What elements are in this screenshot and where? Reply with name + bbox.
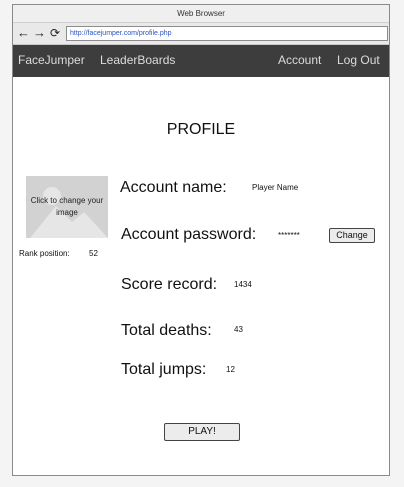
- score-record-label: Score record:: [121, 276, 218, 293]
- avatar-image[interactable]: Click to change your image: [26, 176, 108, 238]
- account-name-value: Player Name: [252, 183, 299, 192]
- reload-icon[interactable]: ⟳: [49, 26, 61, 40]
- total-deaths-label: Total deaths:: [121, 322, 212, 339]
- change-password-button[interactable]: Change: [329, 228, 375, 243]
- play-button[interactable]: PLAY!: [164, 423, 240, 441]
- score-record-value: 1434: [234, 280, 252, 289]
- password-label: Account password:: [121, 226, 257, 243]
- browser-window: Web Browser ← → ⟳ http://facejumper.com/…: [12, 4, 390, 476]
- total-jumps-value: 12: [226, 365, 235, 374]
- nav-brand-facejumper[interactable]: FaceJumper: [18, 45, 85, 77]
- window-title: Web Browser: [13, 5, 389, 23]
- avatar-change-prompt: Click to change your image: [30, 196, 104, 217]
- back-arrow-icon[interactable]: ←: [17, 26, 30, 40]
- nav-logout[interactable]: Log Out: [337, 45, 380, 77]
- app-navbar: FaceJumper LeaderBoards Account Log Out: [13, 45, 389, 77]
- rank-value: 52: [89, 249, 98, 258]
- total-jumps-label: Total jumps:: [121, 361, 207, 378]
- account-name-label: Account name:: [120, 179, 227, 196]
- nav-leaderboards[interactable]: LeaderBoards: [100, 45, 175, 77]
- nav-account[interactable]: Account: [278, 45, 321, 77]
- password-value: *******: [278, 231, 300, 240]
- total-deaths-value: 43: [234, 325, 243, 334]
- rank-label: Rank position:: [19, 249, 70, 258]
- address-bar[interactable]: http://facejumper.com/profile.php: [66, 26, 388, 41]
- browser-toolbar: ← → ⟳ http://facejumper.com/profile.php: [13, 23, 389, 45]
- page-title: PROFILE: [166, 121, 236, 138]
- forward-arrow-icon[interactable]: →: [33, 26, 46, 40]
